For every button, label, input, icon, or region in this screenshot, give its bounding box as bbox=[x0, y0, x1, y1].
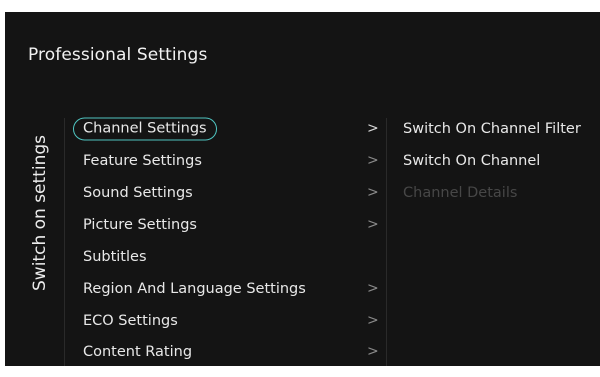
menu-item-content-rating[interactable]: Content Rating > bbox=[73, 337, 383, 366]
menu-item-label: Region And Language Settings bbox=[83, 281, 306, 297]
chevron-right-icon: > bbox=[367, 343, 379, 360]
chevron-right-icon: > bbox=[367, 216, 379, 233]
menu-item-region-language-settings[interactable]: Region And Language Settings > bbox=[73, 274, 383, 304]
menu-item-feature-settings[interactable]: Feature Settings > bbox=[73, 146, 383, 176]
menu-item-label: Subtitles bbox=[83, 249, 147, 265]
chevron-right-icon: > bbox=[367, 152, 379, 169]
menu-item-label: Feature Settings bbox=[83, 153, 202, 169]
menu-item-eco-settings[interactable]: ECO Settings > bbox=[73, 306, 383, 336]
submenu-item-label: Switch On Channel Filter bbox=[403, 121, 581, 137]
menu-item-label: Content Rating bbox=[83, 344, 193, 360]
menu-item-label: Sound Settings bbox=[83, 185, 193, 201]
menu-item-channel-settings[interactable]: Channel Settings > bbox=[73, 114, 383, 144]
menu-item-label: ECO Settings bbox=[83, 313, 178, 329]
submenu-item-switch-on-channel[interactable]: Switch On Channel bbox=[403, 146, 600, 176]
submenu-item-channel-details: Channel Details bbox=[403, 178, 600, 208]
menu-item-label: Picture Settings bbox=[83, 217, 197, 233]
chevron-right-icon: > bbox=[367, 184, 379, 201]
menu-item-subtitles[interactable]: Subtitles bbox=[73, 242, 383, 272]
submenu-item-label: Channel Details bbox=[403, 185, 518, 201]
side-section-label: Switch on settings bbox=[30, 135, 50, 291]
menu-item-sound-settings[interactable]: Sound Settings > bbox=[73, 178, 383, 208]
chevron-right-icon: > bbox=[367, 120, 379, 137]
chevron-right-icon: > bbox=[367, 280, 379, 297]
divider bbox=[386, 118, 387, 366]
page-title: Professional Settings bbox=[28, 45, 208, 65]
submenu-item-label: Switch On Channel bbox=[403, 153, 541, 169]
chevron-right-icon: > bbox=[367, 312, 379, 329]
settings-screen: Professional Settings Switch on settings… bbox=[5, 12, 600, 366]
divider bbox=[64, 118, 65, 366]
menu-item-label: Channel Settings bbox=[73, 117, 217, 141]
menu-item-picture-settings[interactable]: Picture Settings > bbox=[73, 210, 383, 240]
submenu-item-switch-on-channel-filter[interactable]: Switch On Channel Filter bbox=[403, 114, 600, 144]
